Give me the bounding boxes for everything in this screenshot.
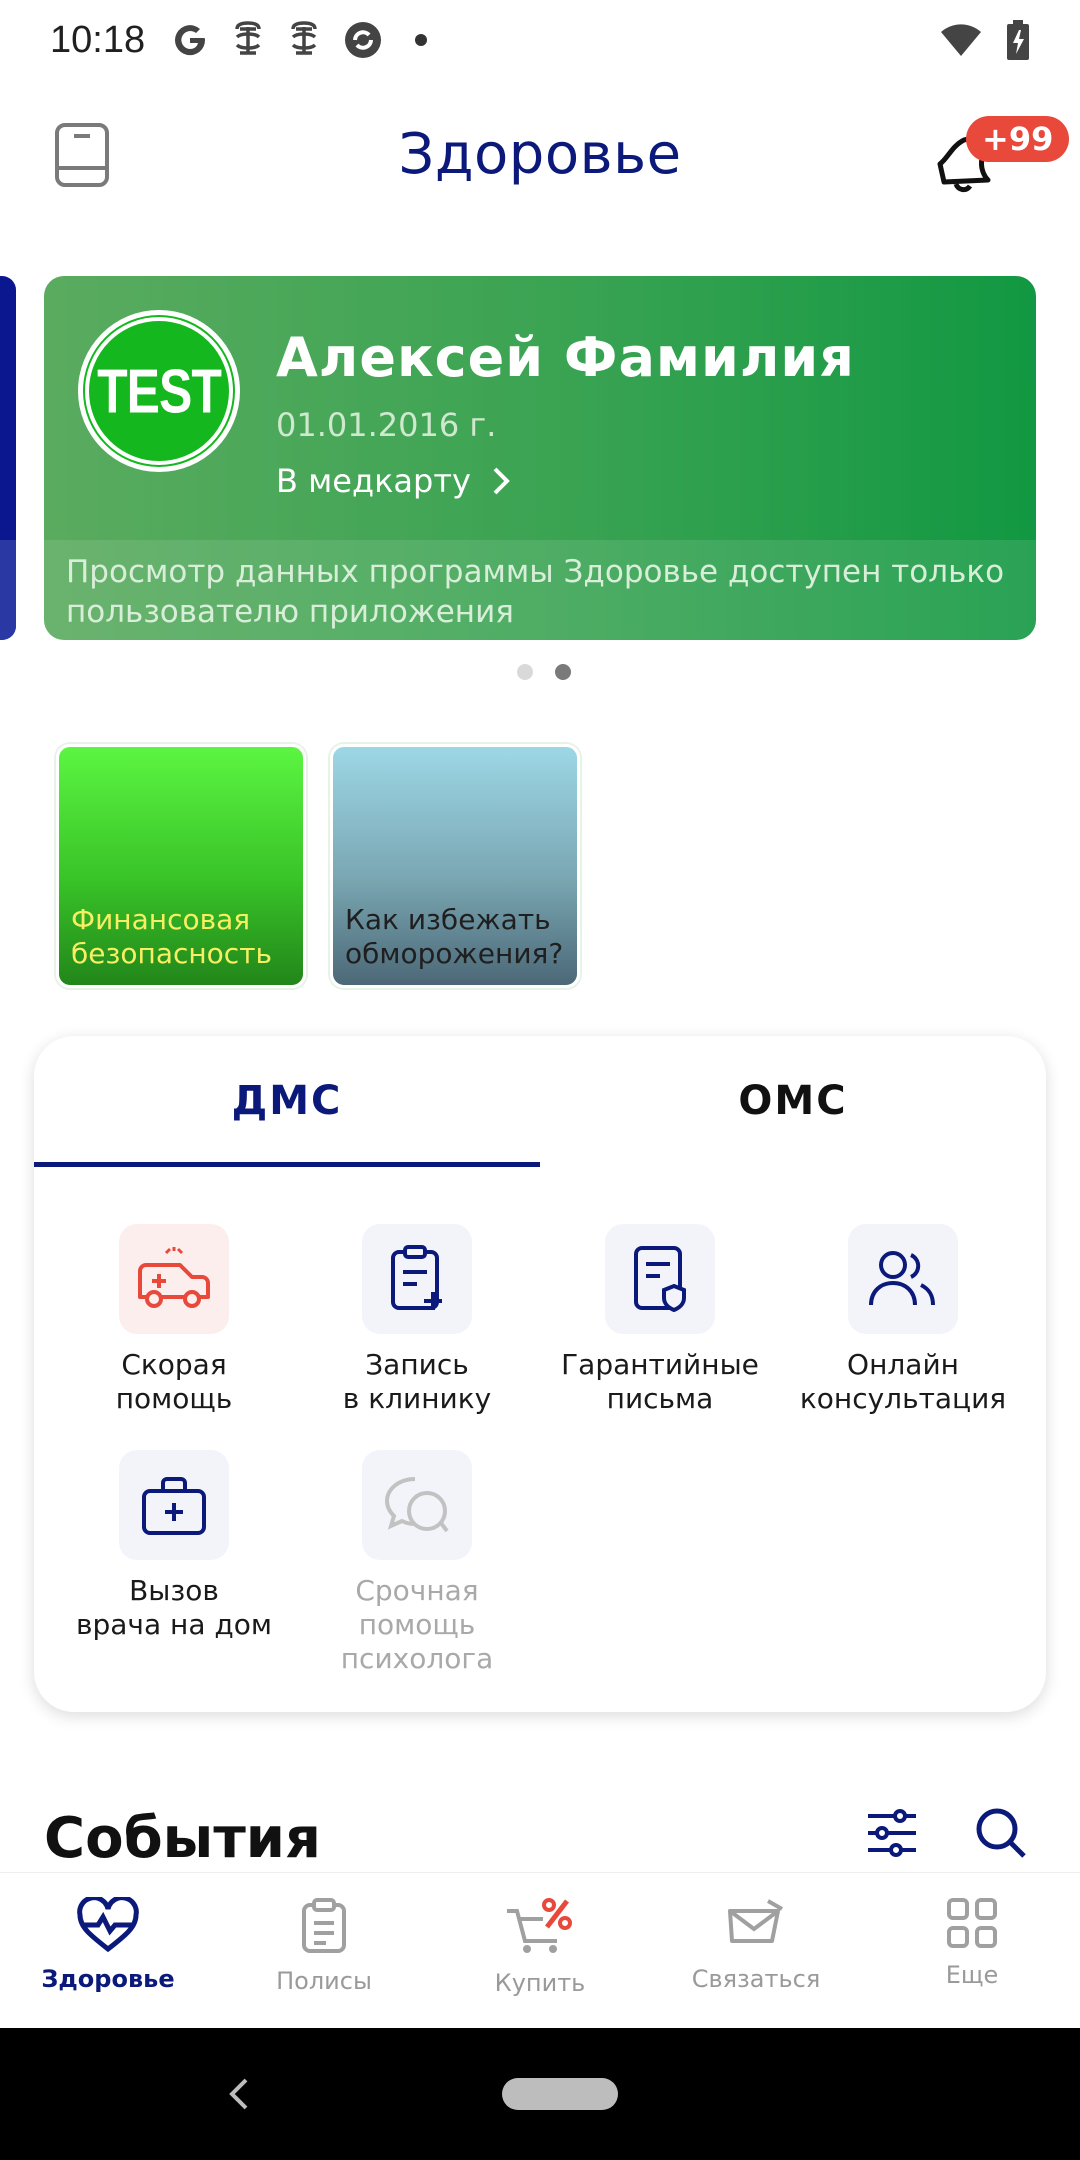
nav-more[interactable]: Еще [864,1873,1080,2029]
story-card[interactable]: Как избежать обморожения? [330,744,580,988]
filter-icon[interactable] [866,1808,918,1858]
nav-health[interactable]: Здоровье [0,1873,216,2029]
services-card: ДМС ОМС Скорая помощь Запись в клинику Г… [34,1036,1046,1712]
service-clinic-appointment[interactable]: Запись в клинику [297,1224,537,1416]
service-online-consultation[interactable]: Онлайн консультация [783,1224,1023,1416]
page-title: Здоровье [398,122,682,187]
nav-buy[interactable]: Купить [432,1873,648,2029]
document-shield-icon [605,1224,715,1334]
story-label: Как избежать обморожения? [345,903,564,970]
nav-label: Полисы [276,1967,372,1995]
heart-pulse-icon [77,1897,139,1953]
grid-icon [947,1898,997,1948]
wifi-icon [941,24,981,56]
bottom-nav: Здоровье Полисы Купить Связаться Еще [0,1872,1080,2028]
story-label: Финансовая безопасность [71,903,273,970]
ambulance-icon [119,1224,229,1334]
battery-charging-icon [1007,20,1029,60]
service-label: Скорая помощь [115,1348,233,1415]
service-label: Вызов врача на дом [75,1574,272,1641]
notification-icon [235,21,261,55]
nav-label: Связаться [691,1965,821,1993]
clipboard-icon [302,1898,346,1953]
users-icon [848,1224,958,1334]
story-card[interactable]: Финансовая безопасность [56,744,306,988]
nav-contact[interactable]: Связаться [648,1873,864,2029]
notification-icon [291,21,317,55]
service-label: Гарантийные письма [561,1348,759,1415]
nav-label: Еще [945,1961,999,1989]
events-title: События [44,1806,321,1871]
nav-policies[interactable]: Полисы [216,1873,432,2029]
medical-bag-icon [119,1450,229,1560]
status-time: 10:18 [50,18,146,61]
sync-icon [345,22,382,58]
profile-notice: Просмотр данных программы Здоровье досту… [44,540,1036,640]
tab-dms[interactable]: ДМС [34,1036,540,1166]
home-pill[interactable] [502,2078,618,2110]
chat-bubbles-icon [362,1450,472,1560]
service-label: Онлайн консультация [799,1348,1007,1415]
profile-name: Алексей Фамилия [276,326,855,389]
service-guarantee-letters[interactable]: Гарантийные письма [540,1224,780,1416]
avatar-test-label: TEST [97,356,222,426]
previous-card-edge[interactable] [0,276,16,640]
service-ambulance[interactable]: Скорая помощь [54,1224,294,1416]
app-header: Здоровье +99 [0,100,1080,220]
status-bar: 10:18 [0,0,1080,80]
back-icon[interactable] [226,2074,252,2114]
medical-card-link[interactable]: В медкарту [276,462,511,500]
clipboard-plus-icon [362,1224,472,1334]
cart-percent-icon [507,1898,572,1953]
service-doctor-home-visit[interactable]: Вызов врача на дом [54,1450,294,1642]
google-icon [175,25,206,56]
chevron-right-icon [493,467,510,495]
carousel-indicator [0,664,1080,680]
profile-birth-date: 01.01.2016 г. [276,406,497,444]
tab-oms[interactable]: ОМС [540,1036,1046,1166]
search-icon[interactable] [974,1806,1028,1860]
more-dot-icon [415,34,428,46]
notification-count-badge: +99 [966,116,1070,162]
system-nav-bar [0,2028,1080,2160]
active-tab-indicator [34,1162,540,1167]
envelope-handshake-icon [728,1899,783,1943]
nav-label: Здоровье [41,1965,175,1993]
service-psychologist-help[interactable]: Срочная помощь психолога [297,1450,537,1676]
avatar: TEST [78,310,240,472]
nav-label: Купить [494,1969,586,1997]
carousel-dot-active[interactable] [555,664,571,680]
medical-card-link-label: В медкарту [276,462,471,500]
carousel-dot[interactable] [517,664,533,680]
service-label: Запись в клинику [342,1348,492,1415]
profile-card[interactable]: TEST Алексей Фамилия 01.01.2016 г. В мед… [44,276,1036,640]
service-label: Срочная помощь психолога [340,1574,494,1675]
